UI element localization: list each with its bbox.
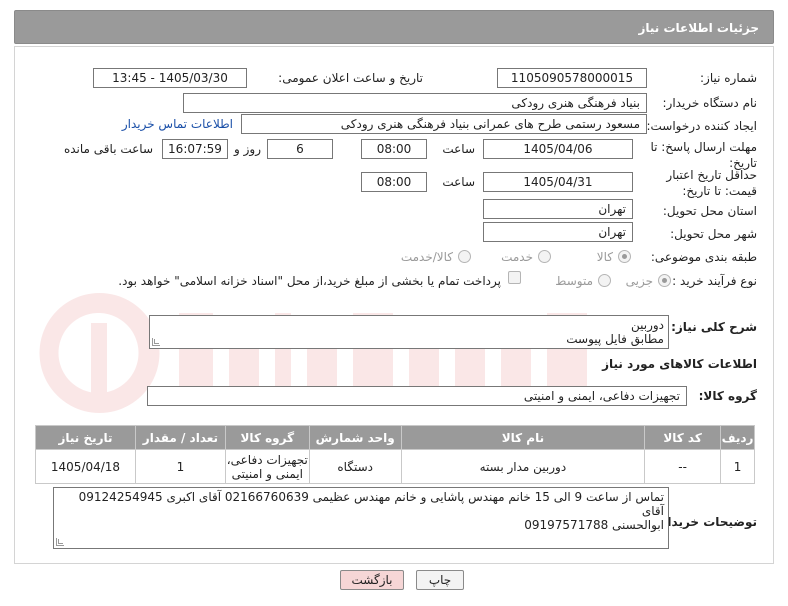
deadline-time-label: ساعت bbox=[442, 142, 475, 156]
treasury-payment-note: پرداخت تمام یا بخشی از مبلغ خرید،از محل … bbox=[118, 274, 501, 288]
column-header-unit: واحد شمارش bbox=[308, 425, 402, 450]
validity-time-label: ساعت bbox=[442, 175, 475, 189]
process-medium-label: متوسط bbox=[555, 274, 593, 288]
resize-handle-icon[interactable] bbox=[56, 538, 64, 546]
cell-need-date: 1405/04/18 bbox=[35, 449, 136, 484]
description-label: شرح کلی نیاز: bbox=[671, 320, 757, 334]
category-goods-service-label: کالا/خدمت bbox=[400, 250, 453, 264]
days-label: روز و bbox=[234, 142, 261, 156]
remaining-label: ساعت باقی مانده bbox=[63, 142, 153, 156]
column-header-name: نام کالا bbox=[400, 425, 646, 450]
cell-name: دوربین مدار بسته bbox=[400, 449, 646, 484]
validity-time-field[interactable]: 08:00 bbox=[361, 172, 427, 192]
table-header-row: ردیف کد کالا نام کالا واحد شمارش گروه کا… bbox=[35, 425, 755, 450]
buyer-contact-link[interactable]: اطلاعات تماس خریدار bbox=[122, 117, 233, 131]
column-header-group: گروه کالا bbox=[224, 425, 310, 450]
goods-info-title: اطلاعات کالاهای مورد نیاز bbox=[602, 357, 757, 371]
cell-group: تجهیزات دفاعی، ایمنی و امنیتی bbox=[224, 449, 310, 484]
category-goods-label: کالا bbox=[596, 250, 613, 264]
table-row[interactable]: 1 -- دوربین مدار بسته دستگاه تجهیزات دفا… bbox=[35, 449, 755, 484]
need-number-label: شماره نیاز: bbox=[700, 71, 757, 85]
category-service-radio[interactable] bbox=[538, 250, 551, 263]
city-label: شهر محل تحویل: bbox=[670, 227, 757, 241]
process-partial-label: جزیی bbox=[625, 274, 653, 288]
process-medium-radio[interactable] bbox=[598, 274, 611, 287]
buyer-label: نام دستگاه خریدار: bbox=[662, 96, 758, 110]
details-panel: شماره نیاز: 1105090578000015 تاریخ و ساع… bbox=[14, 46, 774, 564]
creator-label: ایجاد کننده درخواست: bbox=[646, 119, 757, 133]
announce-datetime-field[interactable]: 1405/03/30 - 13:45 bbox=[93, 68, 247, 88]
description-line-1: دوربین bbox=[630, 318, 664, 332]
days-field[interactable]: 6 bbox=[267, 139, 333, 159]
city-field[interactable]: تهران bbox=[483, 222, 633, 242]
goods-group-field[interactable]: تجهیزات دفاعی، ایمنی و امنیتی bbox=[147, 386, 687, 406]
process-partial-radio[interactable] bbox=[658, 274, 671, 287]
print-button[interactable]: چاپ bbox=[416, 570, 464, 590]
treasury-payment-checkbox[interactable] bbox=[508, 271, 521, 284]
category-service-label: خدمت bbox=[501, 250, 533, 264]
buyer-notes-line-1: تماس از ساعت 9 الی 15 خانم مهندس پاشایی … bbox=[78, 490, 664, 518]
goods-group-label: گروه کالا: bbox=[698, 389, 757, 403]
announce-label: تاریخ و ساعت اعلان عمومی: bbox=[278, 71, 423, 85]
creator-field[interactable]: مسعود رستمی طرح های عمرانی بنیاد فرهنگی … bbox=[241, 114, 647, 134]
cell-code: -- bbox=[644, 449, 722, 484]
items-table: ردیف کد کالا نام کالا واحد شمارش گروه کا… bbox=[35, 425, 755, 484]
resize-handle-icon[interactable] bbox=[152, 338, 160, 346]
page-title: جزئیات اطلاعات نیاز bbox=[638, 21, 759, 35]
buyer-field[interactable]: بنیاد فرهنگی هنری رودکی bbox=[183, 93, 647, 113]
cell-row-number: 1 bbox=[720, 449, 755, 484]
category-goods-service-radio[interactable] bbox=[458, 250, 471, 263]
category-goods-radio[interactable] bbox=[618, 250, 631, 263]
column-header-code: کد کالا bbox=[644, 425, 722, 450]
need-number-field[interactable]: 1105090578000015 bbox=[497, 68, 647, 88]
category-label: طبقه بندی موضوعی: bbox=[650, 250, 757, 264]
column-header-need-date: تاریخ نیاز bbox=[35, 425, 136, 450]
column-header-row-number: ردیف bbox=[720, 425, 755, 450]
buyer-notes-line-2: ابوالحسنی 09197571788 bbox=[524, 518, 664, 532]
province-label: استان محل تحویل: bbox=[662, 204, 757, 218]
deadline-time-field[interactable]: 08:00 bbox=[361, 139, 427, 159]
back-button[interactable]: بازگشت bbox=[340, 570, 404, 590]
description-textarea[interactable]: دوربین مطابق فایل پیوست bbox=[149, 315, 669, 349]
buyer-notes-label: توضیحات خریدار: bbox=[655, 515, 757, 529]
cell-unit: دستگاه bbox=[308, 449, 402, 484]
description-line-2: مطابق فایل پیوست bbox=[566, 332, 664, 346]
process-label: نوع فرآیند خرید : bbox=[672, 274, 757, 288]
validity-label: حداقل تاریخ اعتبار قیمت: تا تاریخ: bbox=[666, 168, 757, 198]
page-header: جزئیات اطلاعات نیاز bbox=[14, 10, 774, 44]
remaining-time-field[interactable]: 16:07:59 bbox=[162, 139, 228, 159]
column-header-quantity: تعداد / مقدار bbox=[135, 425, 226, 450]
cell-quantity: 1 bbox=[135, 449, 226, 484]
buyer-notes-textarea[interactable]: تماس از ساعت 9 الی 15 خانم مهندس پاشایی … bbox=[53, 487, 669, 549]
province-field[interactable]: تهران bbox=[483, 199, 633, 219]
deadline-date-field[interactable]: 1405/04/06 bbox=[483, 139, 633, 159]
validity-date-field[interactable]: 1405/04/31 bbox=[483, 172, 633, 192]
